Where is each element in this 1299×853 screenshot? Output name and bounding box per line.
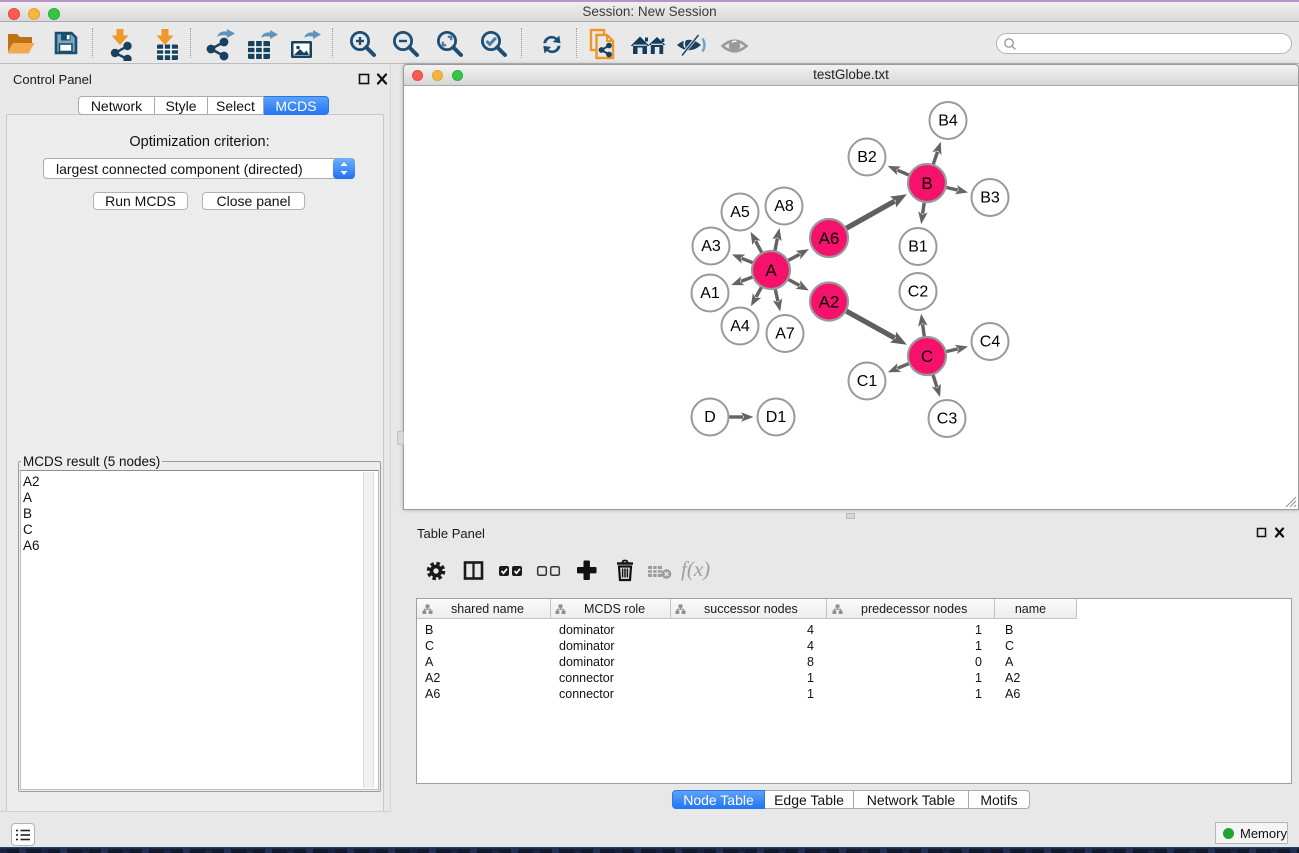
svg-text:B: B [921,174,932,193]
svg-text:A7: A7 [775,326,795,343]
svg-text:A2: A2 [819,293,840,312]
svg-text:B4: B4 [938,113,958,130]
svg-text:D: D [704,409,716,426]
svg-text:C4: C4 [980,334,1001,351]
svg-text:C1: C1 [857,373,878,390]
svg-text:A8: A8 [774,198,794,215]
svg-text:C: C [921,347,933,366]
svg-text:A6: A6 [819,229,840,248]
svg-text:B3: B3 [980,190,1000,207]
svg-text:A4: A4 [730,318,750,335]
svg-text:A: A [765,261,777,280]
svg-text:A1: A1 [700,285,720,302]
svg-text:C2: C2 [908,284,929,301]
svg-text:A5: A5 [730,204,750,221]
svg-text:D1: D1 [766,409,787,426]
svg-text:C3: C3 [937,411,958,428]
svg-text:B2: B2 [857,149,877,166]
svg-text:B1: B1 [908,239,928,256]
svg-text:A3: A3 [701,238,721,255]
